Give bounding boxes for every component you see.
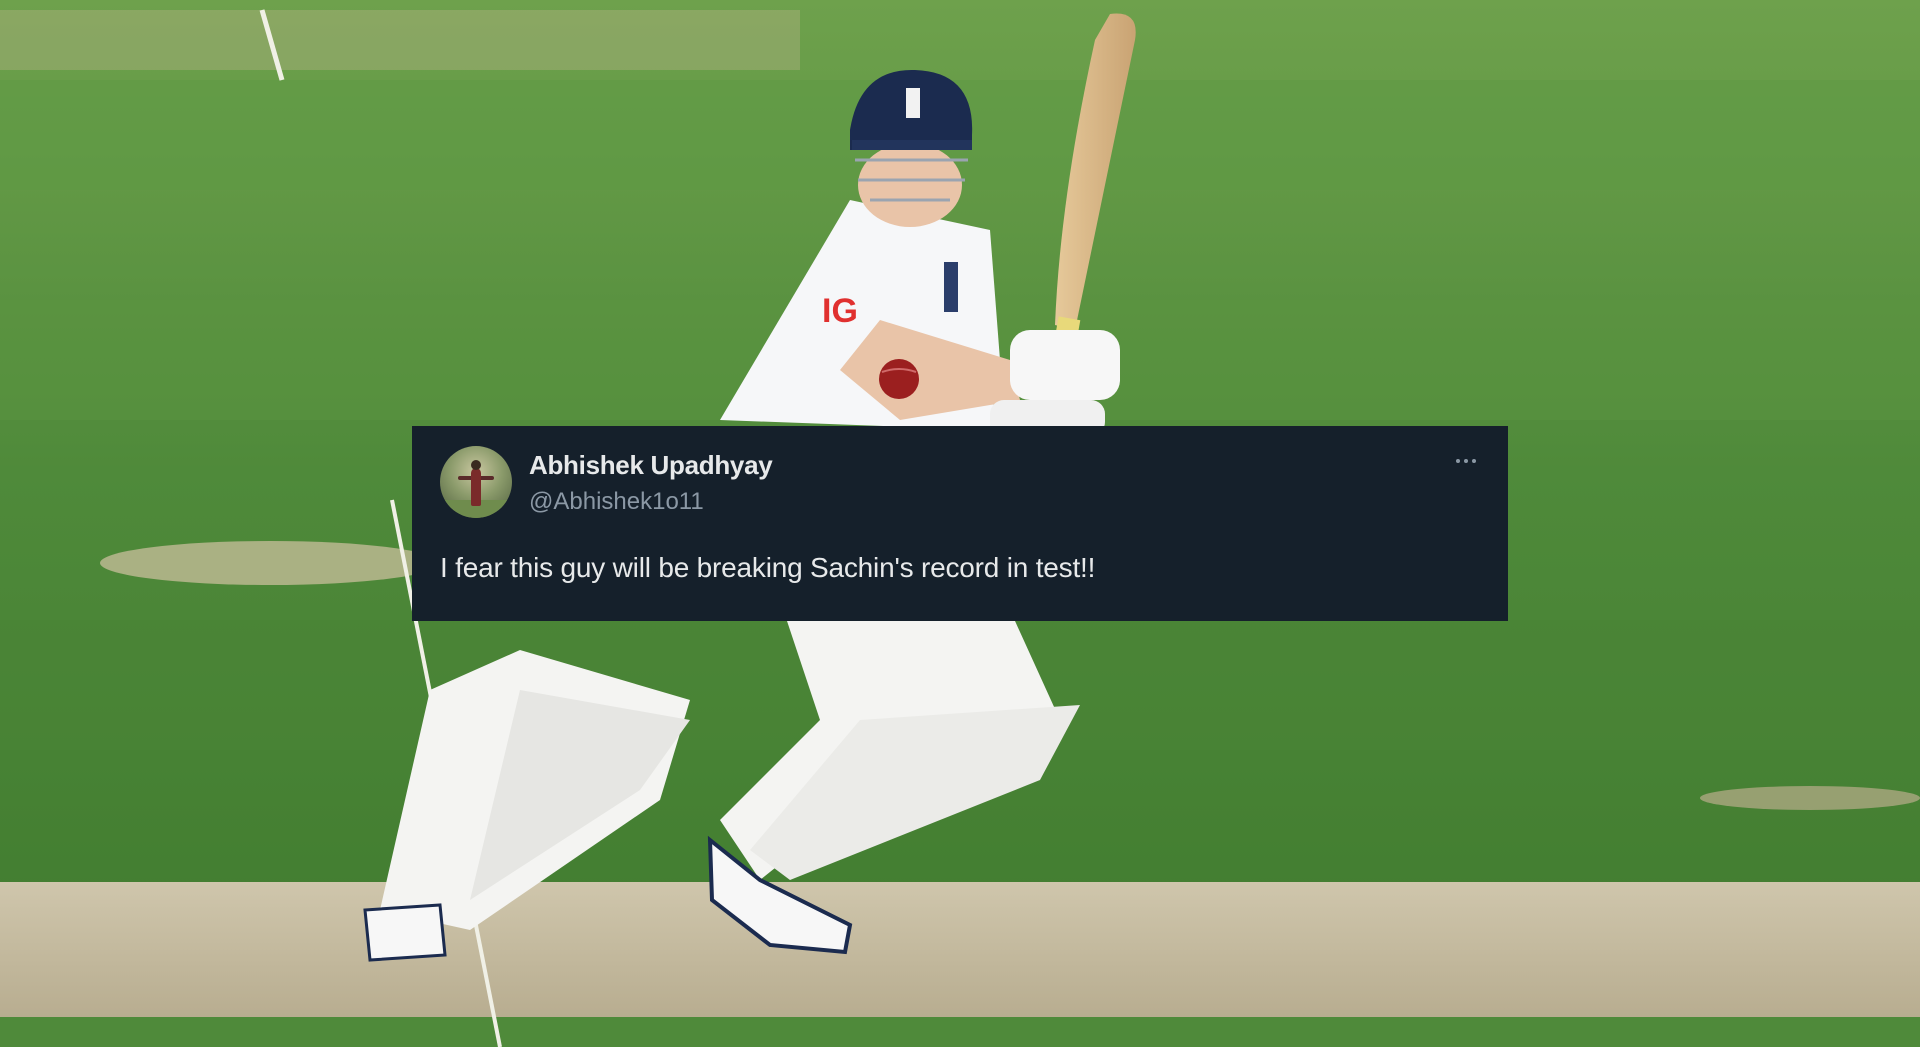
user-avatar[interactable] (440, 446, 512, 518)
tweet-text: I fear this guy will be breaking Sachin'… (440, 552, 1096, 583)
more-horizontal-icon[interactable] (1446, 446, 1486, 476)
shirt-sponsor-logo: IG (822, 292, 858, 330)
tweet-handle[interactable]: @Abhishek1o11 (529, 488, 704, 516)
tweet-card[interactable]: Abhishek Upadhyay @Abhishek1o11 I fear t… (412, 426, 1508, 621)
tweet-display-name[interactable]: Abhishek Upadhyay (529, 450, 773, 481)
